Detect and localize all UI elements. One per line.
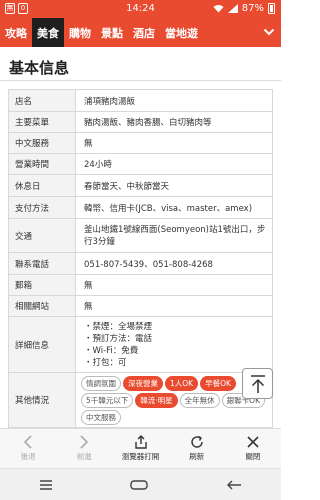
tag: 5千韓元以下 xyxy=(81,392,134,408)
table-row: 交通 釜山地鐵1號線西面(Seomyeon)站1號出口，步行3分鐘 xyxy=(8,218,273,253)
share-icon xyxy=(134,435,147,449)
tag-highlighted: 早餐OK xyxy=(200,375,236,391)
row-key: 營業時間 xyxy=(8,153,76,175)
tag-highlighted: 韓流·明星 xyxy=(135,392,178,408)
status-bar: 無 0 14:24 87% xyxy=(0,0,281,18)
row-key: 中文服務 xyxy=(8,132,76,154)
forward-label: 前進 xyxy=(76,452,92,461)
table-row: 相關網站 無 xyxy=(8,295,273,317)
close-label: 關閉 xyxy=(245,452,261,461)
tag-highlighted: 1人OK xyxy=(165,375,199,391)
tab-hotels[interactable]: 酒店 xyxy=(128,18,160,47)
row-key: 郵箱 xyxy=(8,274,76,296)
section-title: 基本信息 xyxy=(9,59,70,77)
phone-numbers[interactable]: 051-807-5439、051-808-4268 xyxy=(75,252,273,275)
row-key: 主要菜單 xyxy=(8,111,76,133)
tab-attractions[interactable]: 景點 xyxy=(96,18,128,47)
row-value: 春節當天、中秋節當天 xyxy=(75,174,273,197)
table-row: 主要菜單 豬肉湯飯、豬肉香腸、白切豬肉等 xyxy=(8,111,273,133)
wifi-icon xyxy=(213,5,224,13)
tag: 全年無休 xyxy=(179,392,220,408)
row-value: 無 xyxy=(75,295,273,317)
forward-button[interactable]: 前進 xyxy=(56,429,112,468)
row-key: 聯系電話 xyxy=(8,252,76,275)
row-key: 交通 xyxy=(8,218,76,253)
tag: 中文服務 xyxy=(81,409,121,425)
row-key: 休息日 xyxy=(8,174,76,197)
tab-food[interactable]: 美食 xyxy=(32,18,64,47)
row-key: 詳細信息 xyxy=(8,316,76,373)
table-row: 中文服務 無 xyxy=(8,132,273,154)
row-value: 無 xyxy=(75,274,273,296)
tag: 情調氛圍 xyxy=(81,375,121,391)
refresh-label: 刷新 xyxy=(189,452,205,461)
table-row: 郵箱 無 xyxy=(8,274,273,296)
row-value: 24小時 xyxy=(75,153,273,175)
row-value: 浦項豬肉湯飯 xyxy=(75,89,273,112)
arrow-up-icon xyxy=(250,374,265,393)
system-nav-bar xyxy=(0,468,281,500)
detail-list: ・禁煙：全場禁煙 ・預訂方法：電話 ・Wi-Fi：免費 ・打包：可 xyxy=(75,316,273,373)
detail-item: ・禁煙：全場禁煙 xyxy=(84,321,153,332)
table-row: 聯系電話 051-807-5439、051-808-4268 xyxy=(8,252,273,275)
tab-shopping[interactable]: 購物 xyxy=(64,18,96,47)
home-icon[interactable] xyxy=(130,479,149,490)
open-in-browser-button[interactable]: 瀏覽器打開 xyxy=(112,429,168,468)
category-nav: 攻略 美食 購物 景點 酒店 當地遊 xyxy=(0,18,281,47)
status-right: 87% xyxy=(213,3,275,14)
info-table: 店名 浦項豬肉湯飯 主要菜單 豬肉湯飯、豬肉香腸、白切豬肉等 中文服務 無 營業… xyxy=(8,89,273,428)
table-row: 營業時間 24小時 xyxy=(8,153,273,175)
detail-item: ・打包：可 xyxy=(84,357,127,368)
table-row: 店名 浦項豬肉湯飯 xyxy=(8,89,273,112)
refresh-button[interactable]: 刷新 xyxy=(169,429,225,468)
battery-icon xyxy=(268,3,275,14)
back-arrow-icon[interactable] xyxy=(226,479,242,491)
chevron-right-icon xyxy=(80,435,89,449)
scroll-to-top-button[interactable] xyxy=(242,368,273,399)
table-row: 支付方法 韓幣、信用卡(JCB、visa、master、amex) xyxy=(8,196,273,219)
chevron-down-icon[interactable] xyxy=(263,26,275,38)
divider xyxy=(0,80,281,81)
detail-item: ・預訂方法：電話 xyxy=(84,333,153,344)
row-value: 豬肉湯飯、豬肉香腸、白切豬肉等 xyxy=(75,111,273,133)
back-button[interactable]: 後退 xyxy=(0,429,56,468)
row-key: 其他情況 xyxy=(8,372,76,428)
tag-highlighted: 深夜營業 xyxy=(123,375,163,391)
chevron-left-icon xyxy=(23,435,32,449)
row-key: 店名 xyxy=(8,89,76,112)
battery-percent: 87% xyxy=(241,3,264,14)
tab-local-tours[interactable]: 當地遊 xyxy=(160,18,203,47)
table-row: 詳細信息 ・禁煙：全場禁煙 ・預訂方法：電話 ・Wi-Fi：免費 ・打包：可 xyxy=(8,316,273,373)
back-label: 後退 xyxy=(20,452,36,461)
row-value: 釜山地鐵1號線西面(Seomyeon)站1號出口，步行3分鐘 xyxy=(75,218,273,253)
table-row: 休息日 春節當天、中秋節當天 xyxy=(8,174,273,197)
menu-icon[interactable] xyxy=(39,479,53,491)
close-button[interactable]: 關閉 xyxy=(225,429,281,468)
row-value: 無 xyxy=(75,132,273,154)
refresh-icon xyxy=(191,435,203,448)
row-value: 韓幣、信用卡(JCB、visa、master、amex) xyxy=(75,196,273,219)
tab-guide[interactable]: 攻略 xyxy=(0,18,32,47)
detail-item: ・Wi-Fi：免費 xyxy=(84,345,139,356)
signal-icon xyxy=(227,4,238,13)
table-row: 其他情況 情調氛圍 深夜營業 1人OK 早餐OK 5千韓元以下 韓流·明星 全年… xyxy=(8,372,273,428)
close-icon xyxy=(247,436,259,448)
open-in-browser-label: 瀏覽器打開 xyxy=(121,452,160,461)
browser-toolbar: 後退 前進 瀏覽器打開 刷新 關閉 xyxy=(0,428,281,468)
row-key: 相關網站 xyxy=(8,295,76,317)
row-key: 支付方法 xyxy=(8,196,76,219)
